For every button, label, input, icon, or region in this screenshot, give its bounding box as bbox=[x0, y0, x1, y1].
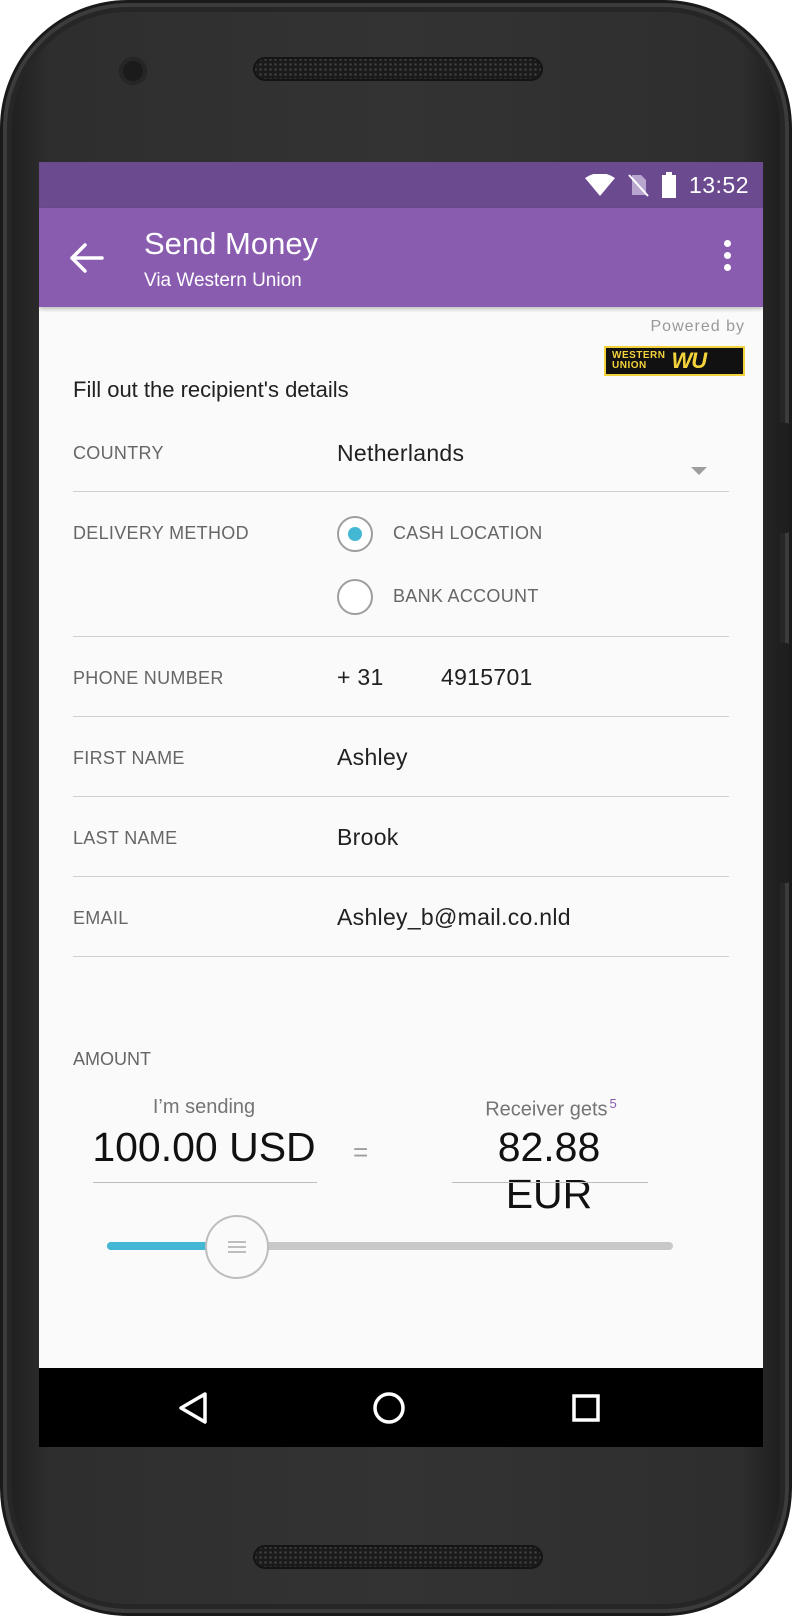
arrow-left-icon bbox=[70, 243, 104, 273]
status-time: 13:52 bbox=[688, 171, 749, 198]
grip-icon bbox=[228, 1238, 247, 1256]
nav-home-button[interactable] bbox=[369, 1388, 409, 1428]
divider bbox=[73, 716, 729, 717]
earpiece-speaker bbox=[253, 57, 543, 81]
delivery-method-label: DELIVERY METHOD bbox=[73, 523, 249, 543]
volume-button bbox=[779, 643, 789, 883]
recents-square-icon bbox=[572, 1394, 600, 1422]
sending-caption: I’m sending bbox=[152, 1096, 256, 1118]
amount-slider-thumb[interactable] bbox=[205, 1215, 270, 1279]
divider bbox=[73, 491, 729, 492]
divider bbox=[73, 796, 729, 797]
home-circle-icon bbox=[373, 1392, 405, 1424]
form-heading: Fill out the recipient's details bbox=[73, 377, 349, 402]
western-union-logo: WESTERN UNION WU bbox=[604, 346, 745, 376]
equals-sign: = bbox=[353, 1137, 369, 1167]
email-input[interactable]: Ashley_b@mail.co.nld bbox=[337, 904, 571, 931]
receiving-caption: Receiver gets 5 bbox=[485, 1096, 617, 1121]
footnote-marker[interactable]: 5 bbox=[610, 1096, 617, 1111]
battery-icon bbox=[661, 172, 677, 198]
radio-bank-account[interactable] bbox=[337, 579, 373, 615]
back-triangle-icon bbox=[179, 1392, 207, 1424]
front-camera bbox=[119, 57, 147, 85]
nav-back-button[interactable] bbox=[173, 1388, 213, 1428]
power-button bbox=[779, 423, 789, 533]
first-name-input[interactable]: Ashley bbox=[337, 744, 408, 771]
divider bbox=[73, 956, 729, 957]
nav-recents-button[interactable] bbox=[566, 1388, 606, 1428]
powered-by-label: Powered by bbox=[650, 318, 745, 335]
more-vert-icon bbox=[723, 240, 731, 247]
app-subtitle: Via Western Union bbox=[144, 270, 302, 291]
email-label: EMAIL bbox=[73, 908, 129, 928]
divider bbox=[73, 876, 729, 877]
receiving-amount-input[interactable]: 82.88 EUR bbox=[449, 1124, 649, 1218]
system-nav-bar bbox=[39, 1368, 763, 1447]
app-title: Send Money bbox=[144, 226, 319, 261]
amount-label: AMOUNT bbox=[73, 1049, 151, 1069]
first-name-label: FIRST NAME bbox=[73, 748, 185, 768]
phone-country-code[interactable]: + 31 bbox=[337, 664, 384, 691]
last-name-input[interactable]: Brook bbox=[337, 824, 399, 851]
phone-frame: 13:52 Send Money Via Western Union Power… bbox=[0, 0, 792, 1616]
country-label: COUNTRY bbox=[73, 443, 164, 463]
radio-cash-location-label[interactable]: CASH LOCATION bbox=[393, 523, 543, 544]
divider bbox=[73, 636, 729, 637]
screen: 13:52 Send Money Via Western Union Power… bbox=[39, 162, 763, 1447]
status-bar: 13:52 bbox=[39, 162, 763, 208]
overflow-menu-button[interactable] bbox=[721, 240, 733, 276]
last-name-label: LAST NAME bbox=[73, 828, 178, 848]
sending-underline bbox=[93, 1182, 317, 1183]
dropdown-arrow-icon[interactable] bbox=[691, 467, 707, 475]
phone-number-label: PHONE NUMBER bbox=[73, 668, 224, 688]
no-sim-icon bbox=[627, 173, 649, 197]
bottom-speaker bbox=[253, 1545, 543, 1569]
app-bar: Send Money Via Western Union bbox=[39, 208, 763, 307]
phone-number-input[interactable]: 4915701 bbox=[441, 664, 533, 691]
radio-cash-location[interactable] bbox=[337, 516, 373, 552]
radio-bank-account-label[interactable]: BANK ACCOUNT bbox=[393, 586, 539, 607]
receiving-underline bbox=[452, 1182, 648, 1183]
country-select[interactable]: Netherlands bbox=[337, 440, 464, 467]
wifi-icon bbox=[584, 174, 615, 196]
back-button[interactable] bbox=[69, 242, 105, 274]
sending-amount-input[interactable]: 100.00 USD bbox=[89, 1124, 319, 1171]
